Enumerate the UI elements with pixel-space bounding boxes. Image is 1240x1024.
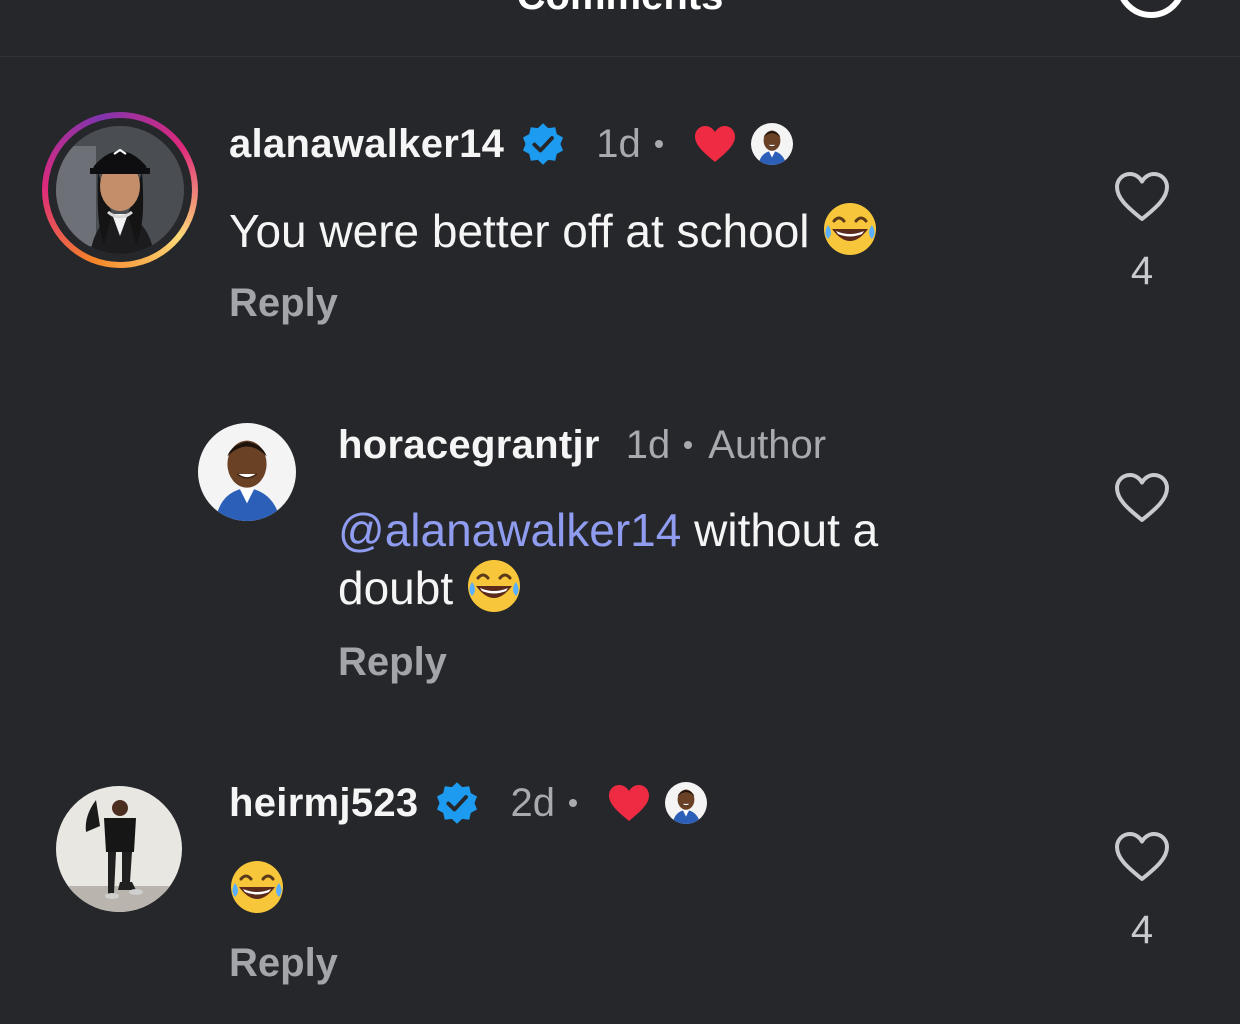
author-mini-avatar [665,782,707,824]
mention-link[interactable]: @alanawalker14 [338,504,681,556]
verified-badge-icon [434,780,480,826]
comment-meta: horacegrantjr 1d Author [338,419,826,471]
username[interactable]: horacegrantjr [338,423,600,468]
avatar[interactable] [56,126,184,254]
comment-meta: heirmj523 2d [229,777,707,829]
comment-body-line2: doubt [338,562,454,614]
comment-text [229,859,285,917]
username[interactable]: alanawalker14 [229,122,504,167]
comment-time: 1d [625,422,671,467]
avatar-photo [56,786,182,912]
comment-meta: alanawalker14 1d [229,118,793,170]
comment-time: 2d [510,780,555,825]
author-liked-heart-icon [693,124,737,164]
header-title: Comments [0,0,1240,19]
avatar-photo [56,126,184,254]
reply-button[interactable]: Reply [229,941,338,986]
avatar[interactable] [198,423,296,521]
avatar-photo [198,423,296,521]
reply-button[interactable]: Reply [229,281,338,326]
separator-dot [684,441,693,449]
comment-body: You were better off at school [229,205,810,257]
laughing-emoji-icon [822,201,878,257]
verified-badge-icon [520,121,566,167]
author-label: Author [708,422,827,467]
separator-dot [654,140,663,148]
author-liked-heart-icon [607,783,651,823]
like-heart-icon[interactable] [1114,472,1170,524]
comment-time: 1d [596,121,641,166]
like-count: 4 [1130,249,1154,293]
separator-dot [568,799,577,807]
like-heart-icon[interactable] [1114,831,1170,883]
comment-text: @alanawalker14 without a doubt [338,502,878,616]
comment-text: You were better off at school [229,201,878,259]
username[interactable]: heirmj523 [229,781,418,826]
like-heart-icon[interactable] [1114,171,1170,223]
reply-button[interactable]: Reply [338,640,447,685]
comments-header: Comments [0,0,1240,57]
laughing-emoji-icon [466,558,522,614]
like-count: 4 [1130,908,1154,952]
laughing-emoji-icon [229,859,285,915]
avatar[interactable] [56,786,182,912]
author-mini-avatar [751,123,793,165]
comment-body: without a [681,504,879,556]
